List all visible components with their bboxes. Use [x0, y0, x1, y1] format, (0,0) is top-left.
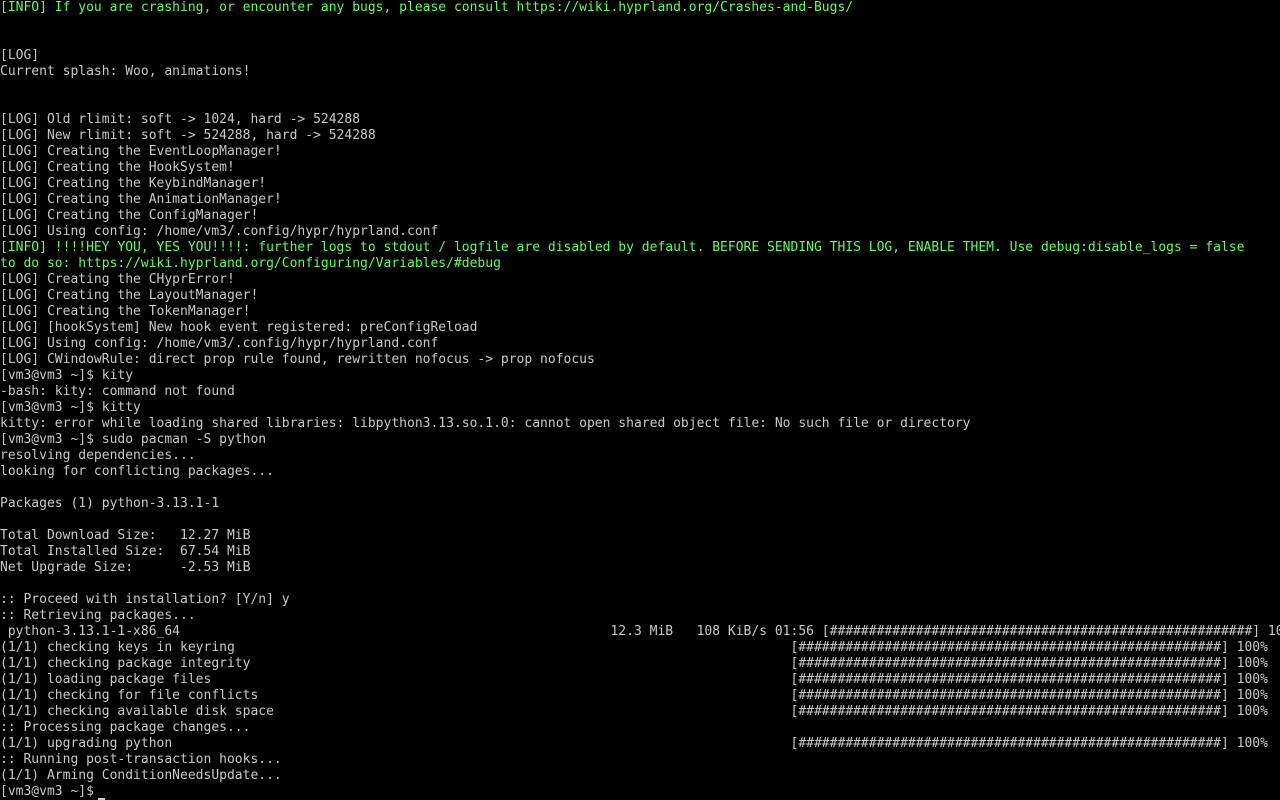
- command-line: [vm3@vm3 ~]$ kity: [0, 368, 134, 383]
- output-line: (1/1) checking keys in keyring [########…: [0, 640, 1268, 655]
- tty-console[interactable]: [INFO] If you are crashing, or encounter…: [0, 0, 1280, 800]
- output-line: (1/1) checking package integrity [######…: [0, 656, 1268, 671]
- command-line: [vm3@vm3 ~]$ kitty: [0, 400, 141, 415]
- output-line: Packages (1) python-3.13.1-1: [0, 496, 220, 511]
- output-line: Total Download Size: 12.27 MiB: [0, 528, 251, 543]
- output-line: [LOG] Creating the ConfigManager!: [0, 208, 259, 223]
- output-line: (1/1) checking available disk space [###…: [0, 704, 1268, 719]
- output-line: [LOG] New rlimit: soft -> 524288, hard -…: [0, 128, 376, 143]
- output-line: [LOG] Creating the HookSystem!: [0, 160, 235, 175]
- active-prompt-line[interactable]: [vm3@vm3 ~]$: [0, 784, 1280, 800]
- output-line: [LOG]: [0, 48, 40, 63]
- output-line: python-3.13.1-1-x86_64 12.3 MiB 108 KiB/…: [0, 624, 1280, 639]
- output-line: (1/1) Arming ConditionNeedsUpdate...: [0, 768, 282, 783]
- output-line: [LOG] Creating the CHyprError!: [0, 272, 235, 287]
- output-line: Net Upgrade Size: -2.53 MiB: [0, 560, 251, 575]
- shell-prompt: [vm3@vm3 ~]$: [0, 784, 94, 799]
- output-line: [LOG] CWindowRule: direct prop rule foun…: [0, 352, 595, 367]
- output-line: kitty: error while loading shared librar…: [0, 416, 971, 431]
- output-line: :: Processing package changes...: [0, 720, 251, 735]
- output-line: [LOG] Creating the LayoutManager!: [0, 288, 259, 303]
- output-line: [LOG] Creating the KeybindManager!: [0, 176, 267, 191]
- output-line: Current splash: Woo, animations!: [0, 64, 251, 79]
- output-line: looking for conflicting packages...: [0, 464, 274, 479]
- info-log-line: [INFO] If you are crashing, or encounter…: [0, 0, 854, 15]
- output-line: (1/1) checking for file conflicts [#####…: [0, 688, 1268, 703]
- output-line: :: Running post-transaction hooks...: [0, 752, 282, 767]
- info-log-line: [INFO] !!!!HEY YOU, YES YOU!!!!: further…: [0, 240, 1245, 255]
- output-line: (1/1) upgrading python [################…: [0, 736, 1268, 751]
- info-log-line: to do so: https://wiki.hyprland.org/Conf…: [0, 256, 501, 271]
- command-line: [vm3@vm3 ~]$ sudo pacman -S python: [0, 432, 267, 447]
- output-line: (1/1) loading package files [###########…: [0, 672, 1268, 687]
- output-line: [LOG] Using config: /home/vm3/.config/hy…: [0, 336, 439, 351]
- output-line: :: Proceed with installation? [Y/n] y: [0, 592, 290, 607]
- output-line: -bash: kity: command not found: [0, 384, 235, 399]
- output-line: [LOG] Creating the AnimationManager!: [0, 192, 282, 207]
- output-line: [LOG] Creating the TokenManager!: [0, 304, 251, 319]
- output-line: Total Installed Size: 67.54 MiB: [0, 544, 251, 559]
- output-line: [LOG] Creating the EventLoopManager!: [0, 144, 282, 159]
- output-line: [LOG] Old rlimit: soft -> 1024, hard -> …: [0, 112, 361, 127]
- output-line: [LOG] [hookSystem] New hook event regist…: [0, 320, 478, 335]
- output-line: :: Retrieving packages...: [0, 608, 196, 623]
- output-line: resolving dependencies...: [0, 448, 196, 463]
- output-line: [LOG] Using config: /home/vm3/.config/hy…: [0, 224, 439, 239]
